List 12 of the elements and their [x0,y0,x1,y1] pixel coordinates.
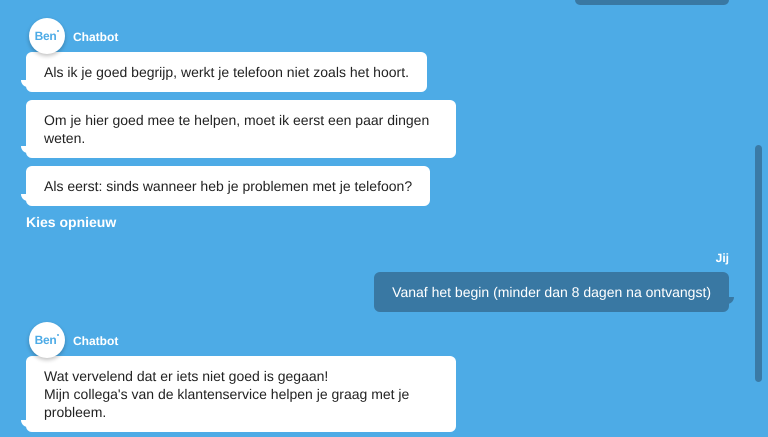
scrollbar-thumb[interactable] [755,145,762,382]
message-bubble: Wat vervelend dat er iets niet goed is gegaan! Mijn collega's van de klantenservice helpen je graag met je probleem. [26,356,456,432]
message-bubble: Als ik je goed begrijp, werkt je telefoon niet zoals het hoort. [26,52,427,92]
avatar-logo: Ben [34,332,56,349]
message-bubble: Als eerst: sinds wanneer heb je problemen met je telefoon? [26,166,430,206]
sender-name: Chatbot [73,29,118,46]
choose-again-link[interactable]: Kies opnieuw [26,212,116,233]
message-bubble: Vanaf het begin (minder dan 8 dagen na ontvangst) [374,272,729,312]
sender-name: Jij [716,250,729,267]
sender-name: Chatbot [73,333,118,350]
avatar-logo: Ben [34,28,56,45]
message-bubble: Om je hier goed mee te helpen, moet ik eerst een paar dingen weten. [26,100,456,158]
